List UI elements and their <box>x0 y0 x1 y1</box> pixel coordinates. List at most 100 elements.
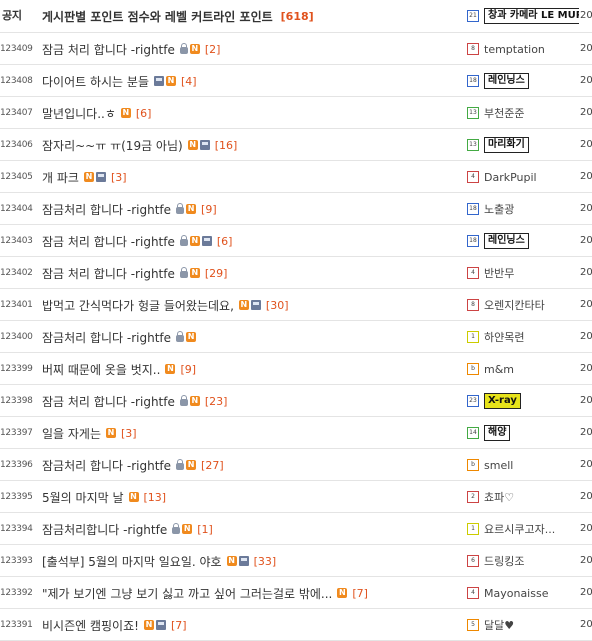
post-title-text[interactable]: 잠금처리합니다 -rightfe <box>42 521 167 538</box>
table-row[interactable]: 123405 개 파크 N [3] 4 DarkPupil 20 <box>0 161 592 193</box>
author-nick-image[interactable]: 레인닝스 <box>484 73 529 89</box>
author-name[interactable]: 쵸파♡ <box>484 489 514 505</box>
post-title-text[interactable]: 잠금 처리 합니다 -rightfe <box>42 265 175 282</box>
table-row[interactable]: 123408 다이어트 하시는 분들 N [4] 18 레인닝스 20 <box>0 65 592 97</box>
comment-count[interactable]: [3] <box>111 171 127 184</box>
post-title-text[interactable]: 버찌 때문에 옷을 벗지.. <box>42 361 160 378</box>
table-row[interactable]: 123391 비시즌엔 캠핑이죠! N [7] 5 달달♥ 20 <box>0 609 592 641</box>
author[interactable]: 8 오렌지칸타타 <box>467 289 579 321</box>
author[interactable]: 1 요르시쿠고자... <box>467 513 579 545</box>
author[interactable]: 14 해양 <box>467 417 579 449</box>
author-name[interactable]: 오렌지칸타타 <box>484 297 545 313</box>
author[interactable]: 4 Mayonaisse <box>467 577 579 609</box>
post-title-text[interactable]: 게시판별 포인트 점수와 레벨 커트라인 포인트 <box>42 8 273 25</box>
post-title-text[interactable]: 잠금처리 합니다 -rightfe <box>42 457 171 474</box>
comment-count[interactable]: [6] <box>136 107 152 120</box>
comment-count[interactable]: [27] <box>201 459 224 472</box>
comment-count[interactable]: [1] <box>197 523 213 536</box>
post-title-text[interactable]: "제가 보기엔 그냥 보기 싫고 까고 싶어 그러는걸로 밖에... <box>42 585 332 602</box>
author-name[interactable]: 드링킹조 <box>484 553 524 569</box>
author[interactable]: 13 부천준준 <box>467 97 579 129</box>
post-title-text[interactable]: 말년입니다..ㅎ <box>42 105 116 122</box>
author[interactable]: b m&m <box>467 353 579 385</box>
post-title-text[interactable]: 개 파크 <box>42 169 79 186</box>
comment-count[interactable]: [4] <box>181 75 197 88</box>
author-name[interactable]: 부천준준 <box>484 105 524 121</box>
table-row[interactable]: 123398 잠금 처리 합니다 -rightfe N [23] 23 X-ray 20 <box>0 385 592 417</box>
author[interactable]: 13 마리화기 <box>467 129 579 161</box>
table-row[interactable]: 123400 잠금처리 합니다 -rightfe N 1 하얀목련 20 <box>0 321 592 353</box>
post-title[interactable]: [출석부] 5월의 마지막 일요일. 야호 N [33] <box>42 545 460 577</box>
table-row[interactable]: 123401 밥먹고 간식먹다가 헝글 들어왔는데요, N [30] 8 오렌지칸타타 20 <box>0 289 592 321</box>
post-title[interactable]: 일을 자게는 N [3] <box>42 417 460 449</box>
comment-count[interactable]: [23] <box>205 395 228 408</box>
post-title[interactable]: 잠금처리합니다 -rightfe N [1] <box>42 513 460 545</box>
post-title-text[interactable]: 잠금 처리 합니다 -rightfe <box>42 393 175 410</box>
table-row[interactable]: 123396 잠금처리 합니다 -rightfe N [27] b smell 20 <box>0 449 592 481</box>
author[interactable]: 4 반반무 <box>467 257 579 289</box>
post-title-text[interactable]: 잠금처리 합니다 -rightfe <box>42 329 171 346</box>
comment-count[interactable]: [618] <box>281 10 314 23</box>
post-title[interactable]: 말년입니다..ㅎ N [6] <box>42 97 460 129</box>
post-title[interactable]: 게시판별 포인트 점수와 레벨 커트라인 포인트 [618] <box>42 0 460 32</box>
post-title[interactable]: 버찌 때문에 옷을 벗지.. N [9] <box>42 353 460 385</box>
post-title[interactable]: 잠금처리 합니다 -rightfe N [9] <box>42 193 460 225</box>
table-row[interactable]: 123393 [출석부] 5월의 마지막 일요일. 야호 N [33] 6 드링킹조 20 <box>0 545 592 577</box>
comment-count[interactable]: [9] <box>201 203 217 216</box>
notice-row[interactable]: 공지 게시판별 포인트 점수와 레벨 커트라인 포인트 [618] 21 창과 카메라 … <box>0 0 592 33</box>
table-row[interactable]: 123404 잠금처리 합니다 -rightfe N [9] 18 노출광 20 <box>0 193 592 225</box>
author-nick-image[interactable]: 창과 카메라 LE MUP <box>484 8 579 24</box>
author-name[interactable]: 요르시쿠고자... <box>484 521 555 537</box>
post-title-text[interactable]: 잠자리~~ㅠ ㅠ(19금 아님) <box>42 137 183 154</box>
post-title-text[interactable]: 5월의 마지막 날 <box>42 489 124 506</box>
comment-count[interactable]: [3] <box>121 427 137 440</box>
table-row[interactable]: 123397 일을 자게는 N [3] 14 해양 20 <box>0 417 592 449</box>
post-title-text[interactable]: 다이어트 하시는 분들 <box>42 73 149 90</box>
post-title[interactable]: 잠금 처리 합니다 -rightfe N [2] <box>42 33 460 65</box>
post-title[interactable]: 잠금 처리 합니다 -rightfe N [29] <box>42 257 460 289</box>
author-nick-image[interactable]: 해양 <box>484 425 511 441</box>
author-name[interactable]: smell <box>484 459 513 472</box>
table-row[interactable]: 123409 잠금 처리 합니다 -rightfe N [2] 8 temptation 2… <box>0 33 592 65</box>
author-name[interactable]: 반반무 <box>484 265 514 281</box>
comment-count[interactable]: [16] <box>215 139 238 152</box>
table-row[interactable]: 123402 잠금 처리 합니다 -rightfe N [29] 4 반반무 20 <box>0 257 592 289</box>
author[interactable]: 21 창과 카메라 LE MUP <box>467 0 579 32</box>
author-nick-image[interactable]: 마리화기 <box>484 137 529 153</box>
comment-count[interactable]: [2] <box>205 43 221 56</box>
post-title[interactable]: 잠금 처리 합니다 -rightfe N [23] <box>42 385 460 417</box>
post-title[interactable]: 비시즌엔 캠핑이죠! N [7] <box>42 609 460 641</box>
post-title[interactable]: 다이어트 하시는 분들 N [4] <box>42 65 460 97</box>
author-name[interactable]: m&m <box>484 363 514 376</box>
comment-count[interactable]: [7] <box>352 587 368 600</box>
post-title-text[interactable]: 잠금 처리 합니다 -rightfe <box>42 41 175 58</box>
author[interactable]: 18 노출광 <box>467 193 579 225</box>
author[interactable]: 1 하얀목련 <box>467 321 579 353</box>
author-nick-image[interactable]: 레인닝스 <box>484 233 529 249</box>
table-row[interactable]: 123407 말년입니다..ㅎ N [6] 13 부천준준 20 <box>0 97 592 129</box>
table-row[interactable]: 123392 "제가 보기엔 그냥 보기 싫고 까고 싶어 그러는걸로 밖에...… <box>0 577 592 609</box>
post-title[interactable]: 잠금 처리 합니다 -rightfe N [6] <box>42 225 460 257</box>
post-title[interactable]: 개 파크 N [3] <box>42 161 460 193</box>
comment-count[interactable]: [13] <box>144 491 167 504</box>
author[interactable]: b smell <box>467 449 579 481</box>
author-name[interactable]: DarkPupil <box>484 171 537 184</box>
author-name[interactable]: Mayonaisse <box>484 587 548 600</box>
post-title-text[interactable]: [출석부] 5월의 마지막 일요일. 야호 <box>42 553 222 570</box>
post-title[interactable]: 잠금처리 합니다 -rightfe N <box>42 321 460 353</box>
table-row[interactable]: 123395 5월의 마지막 날 N [13] 2 쵸파♡ 20 <box>0 481 592 513</box>
author[interactable]: 18 레인닝스 <box>467 65 579 97</box>
table-row[interactable]: 123403 잠금 처리 합니다 -rightfe N [6] 18 레인닝스 20 <box>0 225 592 257</box>
author[interactable]: 6 드링킹조 <box>467 545 579 577</box>
post-title[interactable]: 잠자리~~ㅠ ㅠ(19금 아님) N [16] <box>42 129 460 161</box>
post-title-text[interactable]: 잠금처리 합니다 -rightfe <box>42 201 171 218</box>
table-row[interactable]: 123399 버찌 때문에 옷을 벗지.. N [9] b m&m 20 <box>0 353 592 385</box>
author-name[interactable]: temptation <box>484 43 545 56</box>
post-title[interactable]: "제가 보기엔 그냥 보기 싫고 까고 싶어 그러는걸로 밖에... N [7] <box>42 577 460 609</box>
post-title-text[interactable]: 잠금 처리 합니다 -rightfe <box>42 233 175 250</box>
comment-count[interactable]: [9] <box>180 363 196 376</box>
comment-count[interactable]: [30] <box>266 299 289 312</box>
comment-count[interactable]: [6] <box>217 235 233 248</box>
author[interactable]: 4 DarkPupil <box>467 161 579 193</box>
table-row[interactable]: 123394 잠금처리합니다 -rightfe N [1] 1 요르시쿠고자... 20 <box>0 513 592 545</box>
